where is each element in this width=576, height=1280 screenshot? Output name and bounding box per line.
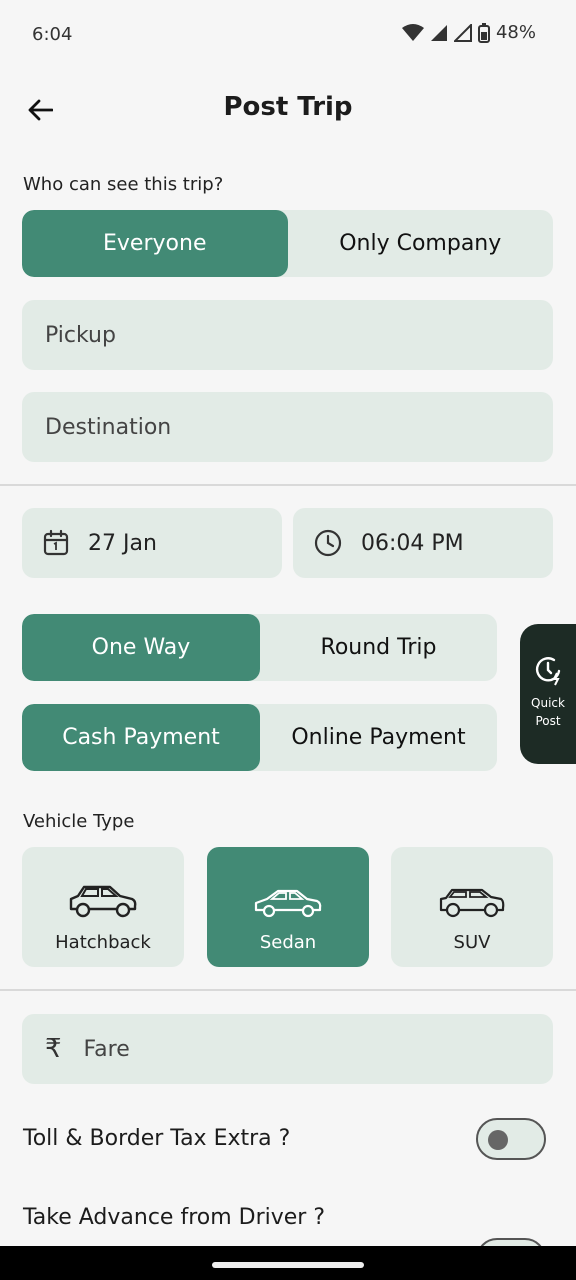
quick-post-label-2: Post <box>535 714 561 728</box>
destination-field[interactable]: Destination <box>22 392 553 462</box>
visibility-only-company[interactable]: Only Company <box>288 210 554 277</box>
visibility-segmented: Everyone Only Company <box>22 210 553 277</box>
suv-label: SUV <box>453 932 491 953</box>
trip-one-way[interactable]: One Way <box>22 614 260 681</box>
pickup-field[interactable]: Pickup <box>22 300 553 370</box>
hatchback-car-icon <box>69 885 137 918</box>
quick-post-label-1: Quick <box>531 696 565 710</box>
rupee-icon: ₹ <box>45 1034 62 1064</box>
suv-car-icon <box>439 888 505 918</box>
calendar-icon <box>43 529 69 556</box>
fare-field[interactable]: ₹ Fare <box>22 1014 553 1084</box>
back-button[interactable] <box>22 92 58 128</box>
visibility-label: Who can see this trip? <box>23 174 224 195</box>
fare-placeholder: Fare <box>83 1036 130 1062</box>
toll-tax-label: Toll & Border Tax Extra ? <box>23 1126 291 1151</box>
arrow-left-icon <box>28 99 53 121</box>
payment-cash[interactable]: Cash Payment <box>22 704 260 771</box>
advance-label: Take Advance from Driver ? <box>23 1205 326 1230</box>
payment-online[interactable]: Online Payment <box>260 704 497 771</box>
sedan-car-icon <box>254 889 322 918</box>
vehicle-suv[interactable]: SUV <box>391 847 553 967</box>
date-value: 27 Jan <box>88 530 157 556</box>
time-value: 06:04 PM <box>361 530 464 556</box>
divider <box>0 484 576 486</box>
trip-round-trip[interactable]: Round Trip <box>260 614 497 681</box>
time-picker[interactable]: 06:04 PM <box>293 508 553 578</box>
divider-2 <box>0 989 576 991</box>
status-icons: 48% <box>401 22 536 43</box>
signal-icon <box>430 24 447 41</box>
hatchback-label: Hatchback <box>55 932 151 953</box>
page-title: Post Trip <box>223 92 353 122</box>
signal-icon-2 <box>453 23 472 42</box>
vehicle-type-label: Vehicle Type <box>23 811 135 832</box>
toll-tax-toggle[interactable] <box>476 1118 546 1160</box>
toggle-knob <box>488 1130 508 1150</box>
status-time: 6:04 <box>32 24 73 45</box>
quick-post-button[interactable]: Quick Post <box>520 624 576 764</box>
battery-icon <box>477 22 490 43</box>
vehicle-hatchback[interactable]: Hatchback <box>22 847 184 967</box>
clock-icon <box>314 529 342 557</box>
battery-percent: 48% <box>495 22 536 43</box>
trip-type-segmented: One Way Round Trip <box>22 614 497 681</box>
pickup-placeholder: Pickup <box>45 322 116 348</box>
sedan-label: Sedan <box>259 932 317 953</box>
vehicle-sedan[interactable]: Sedan <box>207 847 369 967</box>
payment-segmented: Cash Payment Online Payment <box>22 704 497 771</box>
destination-placeholder: Destination <box>45 414 172 440</box>
quick-clock-icon <box>535 657 561 686</box>
wifi-icon <box>401 23 424 41</box>
visibility-everyone[interactable]: Everyone <box>22 210 288 277</box>
date-picker[interactable]: 27 Jan <box>22 508 282 578</box>
home-handle[interactable] <box>212 1262 364 1268</box>
